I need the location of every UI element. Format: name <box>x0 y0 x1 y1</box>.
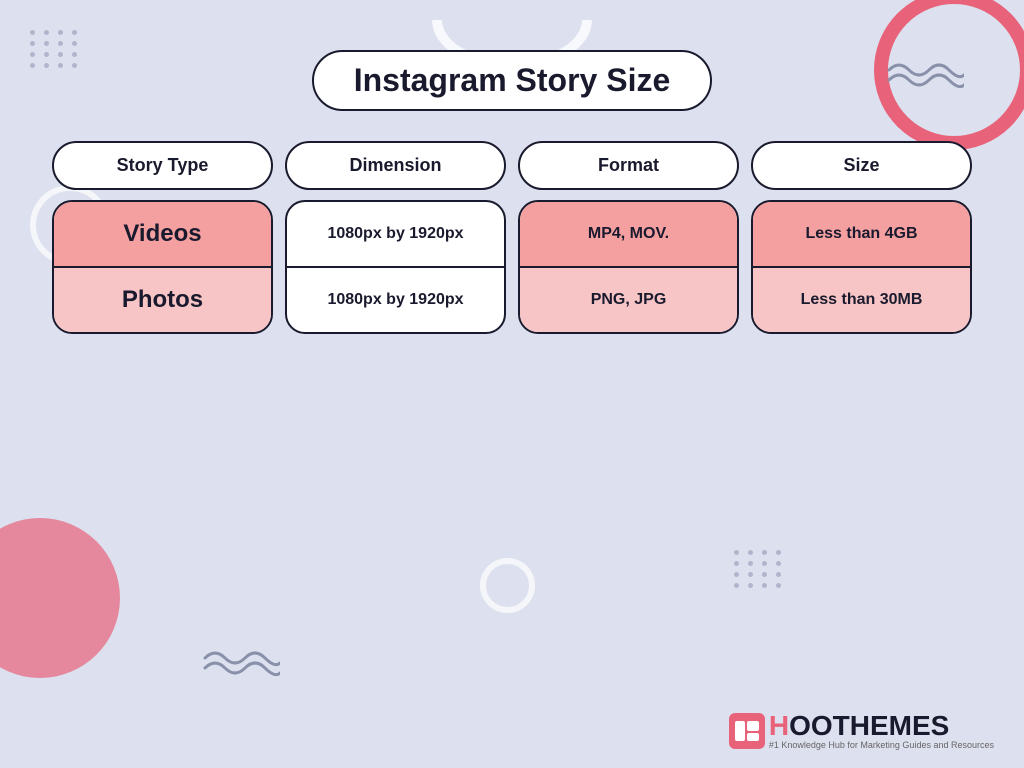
data-table: Story Type Videos Photos Dimension 1080p… <box>52 141 972 334</box>
cell-format-photos: PNG, JPG <box>520 268 737 332</box>
body-dimension: 1080px by 1920px 1080px by 1920px <box>285 200 506 334</box>
column-story-type: Story Type Videos Photos <box>52 141 273 334</box>
header-size: Size <box>751 141 972 190</box>
body-format: MP4, MOV. PNG, JPG <box>518 200 739 334</box>
logo-rest: OOTHEMES <box>789 710 949 741</box>
page-title: Instagram Story Size <box>354 62 671 98</box>
logo-tagline: #1 Knowledge Hub for Marketing Guides an… <box>769 740 994 750</box>
cell-story-type-videos: Videos <box>54 202 271 268</box>
logo-text-area: HOOTHEMES #1 Knowledge Hub for Marketing… <box>769 712 994 750</box>
logo-area: HOOTHEMES #1 Knowledge Hub for Marketing… <box>729 712 994 750</box>
header-format: Format <box>518 141 739 190</box>
cell-dimension-videos: 1080px by 1920px <box>287 202 504 268</box>
header-dimension: Dimension <box>285 141 506 190</box>
logo-h-letter: H <box>769 710 789 741</box>
title-container: Instagram Story Size <box>312 50 713 111</box>
cell-size-videos: Less than 4GB <box>753 202 970 268</box>
logo-brand-name: HOOTHEMES <box>769 712 994 740</box>
cell-format-videos: MP4, MOV. <box>520 202 737 268</box>
column-format: Format MP4, MOV. PNG, JPG <box>518 141 739 334</box>
cell-story-type-photos: Photos <box>54 268 271 332</box>
header-story-type: Story Type <box>52 141 273 190</box>
cell-dimension-photos: 1080px by 1920px <box>287 268 504 332</box>
logo-icon <box>729 713 765 749</box>
column-size: Size Less than 4GB Less than 30MB <box>751 141 972 334</box>
cell-size-photos: Less than 30MB <box>753 268 970 332</box>
column-dimension: Dimension 1080px by 1920px 1080px by 192… <box>285 141 506 334</box>
body-story-type: Videos Photos <box>52 200 273 334</box>
body-size: Less than 4GB Less than 30MB <box>751 200 972 334</box>
main-content: Instagram Story Size Story Type Videos P… <box>0 0 1024 768</box>
